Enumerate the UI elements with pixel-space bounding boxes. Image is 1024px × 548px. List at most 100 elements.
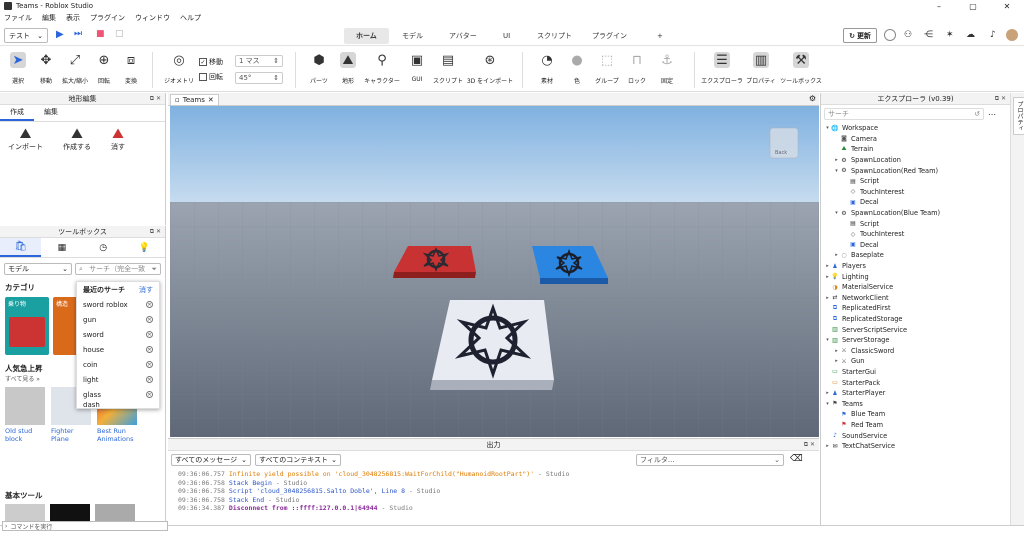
explorer-tree-item[interactable]: ▸ 💡 Lighting xyxy=(824,271,1007,282)
explorer-tree-item[interactable]: ▣ Decal xyxy=(824,197,1007,208)
stop-icon[interactable]: ■ xyxy=(96,29,105,39)
view-cube[interactable]: Back xyxy=(769,127,799,159)
transform-tool[interactable]: ⧈ 変換 xyxy=(114,52,148,86)
lock-tool[interactable]: ⊓ ロック xyxy=(620,52,654,86)
remove-icon[interactable]: ✕ xyxy=(146,346,153,353)
explorer-tree-item[interactable]: ▸ ○ Baseplate xyxy=(824,250,1007,261)
bell-icon[interactable]: ♪ xyxy=(990,30,996,40)
tab-script[interactable]: スクリプト xyxy=(525,28,584,44)
tab-teams[interactable]: ▫ Teams ✕ xyxy=(170,94,219,105)
profile-avatar[interactable] xyxy=(1006,29,1018,41)
tab-ui[interactable]: UI xyxy=(491,28,522,44)
close-icon[interactable]: ✕ xyxy=(208,96,214,104)
tab-add[interactable]: + xyxy=(645,28,675,44)
recent-search-item[interactable]: coin ✕ xyxy=(77,357,159,372)
explorer-tree-item[interactable]: ▥ ServerScriptService xyxy=(824,324,1007,335)
chevron-icon[interactable]: ▸ xyxy=(833,348,840,354)
terrain-clear-button[interactable]: ⛰ 消す xyxy=(111,126,125,152)
recent-search-item[interactable]: glass ✕ xyxy=(77,387,159,402)
remove-icon[interactable]: ✕ xyxy=(146,331,153,338)
marketplace-tab-icon[interactable]: 🛍 xyxy=(0,238,42,257)
red-spawn-location[interactable] xyxy=(393,246,476,278)
explorer-tree-item[interactable]: ▸ ♟ Players xyxy=(824,261,1007,272)
chevron-icon[interactable]: ▸ xyxy=(833,157,840,163)
neutral-spawn-location[interactable] xyxy=(430,300,554,390)
color-tool[interactable]: ● 色 xyxy=(560,52,594,86)
properties-side-tab[interactable]: プロパティ xyxy=(1013,97,1024,135)
toolbox-tool[interactable]: ⚒ ツールボックス xyxy=(780,52,822,85)
import-3d-tool[interactable]: ⊛ 3D をインポート xyxy=(467,52,513,86)
explorer-tree-item[interactable]: ▣ Decal xyxy=(824,240,1007,251)
context-filter-select[interactable]: すべてのコンテキスト ⌄ xyxy=(255,454,341,466)
command-bar-input[interactable]: › コマンドを実行 xyxy=(2,521,168,531)
explorer-tree-item[interactable]: ▸ ⚙ SpawnLocation xyxy=(824,155,1007,166)
remove-icon[interactable]: ✕ xyxy=(146,376,153,383)
explorer-tree-item[interactable]: ◇ TouchInterest xyxy=(824,187,1007,198)
explorer-tree-item[interactable]: ⚑ Red Team xyxy=(824,420,1007,431)
script-tool[interactable]: ▤ スクリプト xyxy=(431,52,465,86)
move-snap-checkbox[interactable]: ✓ 移動 xyxy=(199,57,223,67)
character-tool[interactable]: ⚲ キャラクター xyxy=(364,52,400,86)
explorer-tool[interactable]: ☰ エクスプローラ xyxy=(701,52,743,85)
recent-search-item[interactable]: house ✕ xyxy=(77,342,159,357)
recent-search-item[interactable]: gun ✕ xyxy=(77,312,159,327)
message-filter-select[interactable]: すべてのメッセージ ⌄ xyxy=(171,454,251,466)
explorer-tree-item[interactable]: ▤ Script xyxy=(824,218,1007,229)
explorer-tree-item[interactable]: ▾ ⚙ SpawnLocation(Blue Team) xyxy=(824,208,1007,219)
explorer-tree-item[interactable]: ⚑ Blue Team xyxy=(824,409,1007,420)
explorer-tree-item[interactable]: ▭ StarterPack xyxy=(824,377,1007,388)
avatar-icon[interactable] xyxy=(884,29,896,41)
explorer-tree-item[interactable]: ▾ 🌐 Workspace xyxy=(824,123,1007,134)
toolbox-search-input[interactable]: ⌕ サーチ（完全一致 ⏷ xyxy=(75,263,161,275)
history-icon[interactable]: ↺ xyxy=(974,110,980,118)
panel-window-icons[interactable]: ⧉ ✕ xyxy=(150,95,161,103)
recent-search-item[interactable]: sword ✕ xyxy=(77,327,159,342)
gui-tool[interactable]: ▣ GUI xyxy=(400,52,434,84)
toolbox-item[interactable]: Old stud block xyxy=(5,387,45,443)
rotate-snap-checkbox[interactable]: 回転 xyxy=(199,72,223,82)
properties-tool[interactable]: ▥ プロパティ xyxy=(744,52,778,85)
minimize-button[interactable]: – xyxy=(922,0,956,12)
close-button[interactable]: ✕ xyxy=(990,0,1024,12)
chevron-icon[interactable]: ▸ xyxy=(824,274,831,280)
tab-home[interactable]: ホーム xyxy=(344,28,389,44)
tab-model[interactable]: モデル xyxy=(390,28,435,44)
tab-create[interactable]: 作成 xyxy=(0,105,34,121)
menu-help[interactable]: ヘルプ xyxy=(180,13,201,23)
tab-plugins[interactable]: プラグイン xyxy=(580,28,639,44)
add-user-icon[interactable]: ⚇ xyxy=(904,30,912,40)
more-icon[interactable]: ⋯ xyxy=(988,110,996,119)
tab-edit[interactable]: 編集 xyxy=(34,105,68,121)
clear-recent-button[interactable]: 消す xyxy=(139,285,153,295)
menu-edit[interactable]: 編集 xyxy=(42,13,56,23)
explorer-tree-item[interactable]: ⛰ Terrain xyxy=(824,144,1007,155)
explorer-tree-item[interactable]: ▸ ⚔ ClassicSword xyxy=(824,345,1007,356)
material-tool[interactable]: ◔ 素材 xyxy=(530,52,564,86)
chevron-icon[interactable]: ▾ xyxy=(824,125,831,131)
output-filter-input[interactable]: フィルタ... ⌄ xyxy=(636,454,784,466)
step-icon[interactable]: ⏭ xyxy=(74,29,82,39)
recent-search-item[interactable]: light ✕ xyxy=(77,372,159,387)
maximize-button[interactable]: ▢ xyxy=(956,0,990,12)
remove-icon[interactable]: ✕ xyxy=(146,361,153,368)
basic-tool-thumbnail[interactable] xyxy=(95,504,135,521)
explorer-tree-item[interactable]: ▤ Script xyxy=(824,176,1007,187)
explorer-tree-item[interactable]: ▸ ✉ TextChatService xyxy=(824,441,1007,452)
menu-window[interactable]: ウィンドウ xyxy=(135,13,170,23)
play-icon[interactable]: ▶ xyxy=(56,29,64,40)
share-icon[interactable]: ⋲ xyxy=(924,30,933,40)
explorer-tree-item[interactable]: ▾ ▥ ServerStorage xyxy=(824,335,1007,346)
menu-file[interactable]: ファイル xyxy=(4,13,32,23)
panel-window-icons[interactable]: ⧉ ✕ xyxy=(150,228,161,236)
explorer-tree-item[interactable]: ⧉ ReplicatedFirst xyxy=(824,303,1007,314)
explorer-tree-item[interactable]: ▸ ⇄ NetworkClient xyxy=(824,293,1007,304)
terrain-import-button[interactable]: ⛰ インポート xyxy=(8,126,43,152)
chevron-icon[interactable]: ▸ xyxy=(824,295,831,301)
creations-tab-icon[interactable]: 💡 xyxy=(124,238,165,257)
chevron-icon[interactable]: ▾ xyxy=(833,210,840,216)
clear-output-icon[interactable]: ⌫ xyxy=(790,454,803,464)
magic-icon[interactable]: ✶ xyxy=(946,30,954,40)
explorer-tree-item[interactable]: ⧉ ReplicatedStorage xyxy=(824,314,1007,325)
basic-tool-thumbnail[interactable] xyxy=(50,504,90,521)
remove-icon[interactable]: ✕ xyxy=(146,301,153,308)
